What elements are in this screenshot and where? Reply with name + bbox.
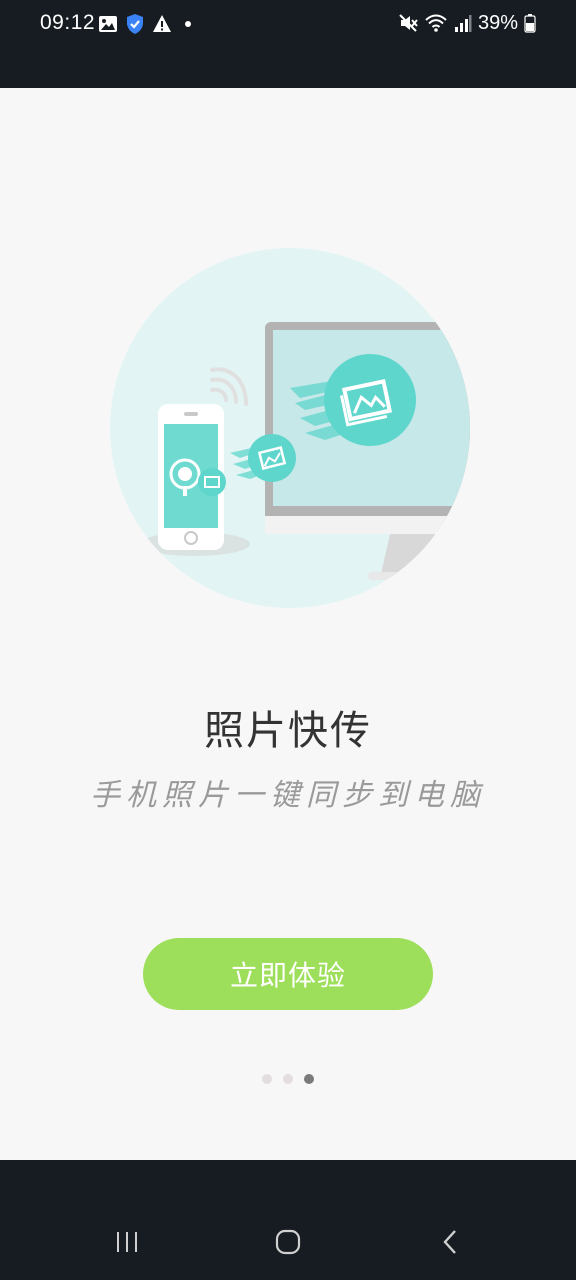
warning-icon [153,15,171,32]
page-dot-active[interactable] [304,1074,314,1084]
mute-icon [399,14,418,32]
home-icon [275,1229,301,1255]
signal-icon [454,15,472,32]
photo-transfer-illustration [110,248,470,608]
page-indicator [0,1074,576,1084]
back-button[interactable] [430,1222,470,1262]
navigation-bar [0,1160,576,1280]
status-time: 09:12 [40,11,96,34]
recent-apps-button[interactable] [107,1222,147,1262]
page-dot[interactable] [283,1074,293,1084]
system-indicators: 39% [398,10,536,36]
page-subtitle: 手机照片一键同步到电脑 [90,778,486,813]
dot-icon [185,21,191,27]
battery-icon [524,14,536,33]
try-now-button[interactable]: 立即体验 [143,938,433,1010]
status-bar: 09:12 39% [0,0,576,88]
onboarding-page: 照片快传 手机照片一键同步到电脑 立即体验 [0,88,576,1160]
page-dot[interactable] [262,1074,272,1084]
gallery-icon [99,16,117,32]
wifi-icon [425,14,447,32]
shield-check-icon [127,14,143,34]
home-button[interactable] [268,1222,308,1262]
recent-apps-icon [117,1232,137,1252]
battery-percent: 39% [477,11,518,34]
notification-icons [98,12,191,36]
page-title: 照片快传 [204,708,372,754]
back-icon [443,1230,456,1254]
